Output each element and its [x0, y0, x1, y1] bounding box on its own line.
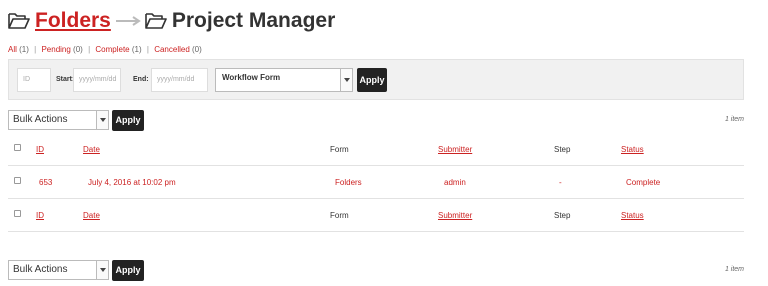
column-header-step: Step	[554, 145, 571, 154]
open-folder-icon	[8, 13, 30, 29]
breadcrumb: Folders Project Manager	[8, 6, 335, 36]
open-folder-icon	[145, 13, 167, 29]
search-filter-bar: ID Start: yyyy/mm/dd End: yyyy/mm/dd Wor…	[8, 59, 744, 100]
column-header-submitter[interactable]: Submitter	[438, 145, 472, 154]
bulk-apply-button-bottom[interactable]: Apply	[112, 260, 144, 281]
column-footer-status[interactable]: Status	[621, 211, 644, 220]
filter-separator: |	[146, 45, 149, 54]
end-date-input[interactable]: yyyy/mm/dd	[151, 68, 208, 92]
select-all-checkbox-footer[interactable]	[14, 210, 21, 217]
filter-all-link[interactable]: All	[8, 45, 17, 54]
chevron-down-icon	[96, 111, 108, 129]
entry-date[interactable]: July 4, 2016 at 10:02 pm	[88, 178, 176, 187]
bulk-actions-select-top[interactable]: Bulk Actions	[8, 110, 109, 130]
filter-apply-button[interactable]: Apply	[357, 68, 387, 92]
status-filters: All (1) | Pending (0) | Complete (1) | C…	[8, 45, 202, 54]
bulk-actions-select-value: Bulk Actions	[13, 264, 68, 275]
row-checkbox[interactable]	[14, 177, 21, 184]
filter-complete-link[interactable]: Complete	[95, 45, 129, 54]
entry-form[interactable]: Folders	[335, 178, 362, 187]
start-date-input[interactable]: yyyy/mm/dd	[73, 68, 121, 92]
column-header-status[interactable]: Status	[621, 145, 644, 154]
column-header-id[interactable]: ID	[36, 145, 44, 154]
workflow-form-select[interactable]: Workflow Form	[215, 68, 353, 92]
filter-cancelled-count: (0)	[192, 45, 202, 54]
filter-pending-count: (0)	[73, 45, 83, 54]
entry-status[interactable]: Complete	[626, 178, 660, 187]
filter-complete-count: (1)	[131, 45, 142, 54]
item-count-top: 1 item	[724, 116, 744, 123]
column-footer-id[interactable]: ID	[36, 211, 44, 220]
start-date-label: Start:	[56, 76, 75, 83]
filter-cancelled-link[interactable]: Cancelled	[154, 45, 190, 54]
filter-separator: |	[88, 45, 91, 54]
item-count-bottom: 1 item	[724, 266, 744, 273]
entry-submitter[interactable]: admin	[444, 178, 466, 187]
arrow-right-icon	[115, 16, 141, 26]
breadcrumb-folders-link[interactable]: Folders	[35, 9, 111, 33]
workflow-form-select-value: Workflow Form	[222, 73, 281, 82]
bulk-actions-select-value: Bulk Actions	[13, 114, 68, 125]
chevron-down-icon	[96, 261, 108, 279]
bulk-actions-select-bottom[interactable]: Bulk Actions	[8, 260, 109, 280]
column-footer-step: Step	[554, 211, 571, 220]
table-footer-row: ID Date Form Submitter Step Status	[8, 199, 744, 232]
column-footer-submitter[interactable]: Submitter	[438, 211, 472, 220]
entry-step[interactable]: -	[559, 178, 562, 187]
column-footer-date[interactable]: Date	[83, 211, 100, 220]
table-header-row: ID Date Form Submitter Step Status	[8, 133, 744, 166]
filter-separator: |	[34, 45, 37, 54]
chevron-down-icon	[340, 69, 352, 91]
column-header-date[interactable]: Date	[83, 145, 100, 154]
bulk-apply-button-top[interactable]: Apply	[112, 110, 144, 131]
id-search-input[interactable]: ID	[17, 68, 51, 92]
end-date-label: End:	[133, 76, 149, 83]
select-all-checkbox[interactable]	[14, 144, 21, 151]
column-footer-form: Form	[330, 211, 349, 220]
filter-all-count: (1)	[19, 45, 29, 54]
entry-id[interactable]: 653	[39, 178, 52, 187]
table-row[interactable]: 653 July 4, 2016 at 10:02 pm Folders adm…	[8, 166, 744, 199]
column-header-form: Form	[330, 145, 349, 154]
filter-pending-link[interactable]: Pending	[41, 45, 70, 54]
page-title: Project Manager	[171, 9, 336, 32]
